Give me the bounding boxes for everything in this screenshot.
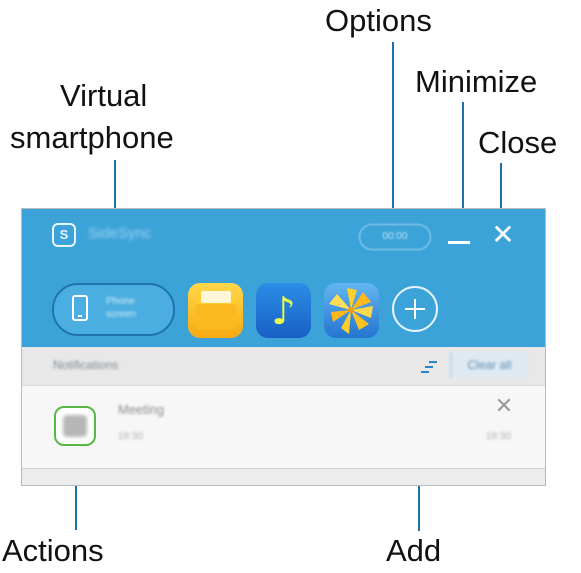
callout-virtual-smartphone-line1: Virtual <box>60 78 148 113</box>
callout-add: Add <box>386 533 442 568</box>
notification-action-icon[interactable] <box>54 406 96 446</box>
title-bar: S SideSync 00:00 ✕ Phone screen ♪ <box>22 209 545 347</box>
callout-close: Close <box>478 125 558 160</box>
folder-paper <box>201 291 231 303</box>
callout-minimize: Minimize <box>415 64 538 99</box>
notification-title: Meeting <box>118 402 165 417</box>
leader-line-options <box>392 42 394 226</box>
notification-timestamp: 18:30 <box>486 431 512 442</box>
smartphone-icon <box>72 295 88 321</box>
folder-front <box>195 304 237 329</box>
sidesync-window: S SideSync 00:00 ✕ Phone screen ♪ Notifi… <box>21 208 546 486</box>
app-notification-icon <box>63 415 87 437</box>
sort-icon[interactable] <box>421 361 437 373</box>
music-app-icon[interactable]: ♪ <box>256 283 311 338</box>
close-button[interactable]: ✕ <box>491 221 515 249</box>
callout-options: Options <box>325 3 432 38</box>
files-app-icon[interactable] <box>188 283 243 338</box>
window-footer <box>22 469 545 485</box>
notification-item[interactable]: Meeting 18:30 ✕ 18:30 <box>22 386 545 469</box>
music-note-icon: ♪ <box>271 289 296 333</box>
add-app-button[interactable] <box>392 286 438 332</box>
phone-button-label: Phone screen <box>106 296 137 320</box>
notifications-header: Notifications Clear all <box>22 347 545 386</box>
gallery-flower-icon <box>329 288 373 334</box>
app-title: SideSync <box>88 225 152 242</box>
minimize-button[interactable] <box>448 241 470 244</box>
dismiss-icon[interactable]: ✕ <box>492 394 516 418</box>
clear-all-button[interactable]: Clear all <box>450 352 527 378</box>
callout-actions: Actions <box>2 533 104 568</box>
callout-virtual-smartphone-line2: smartphone <box>10 120 174 155</box>
sidesync-icon: S <box>52 223 76 247</box>
notifications-title: Notifications <box>53 358 119 372</box>
notification-time: 18:30 <box>118 431 144 442</box>
options-button[interactable]: 00:00 <box>359 224 431 250</box>
gallery-app-icon[interactable] <box>324 283 379 338</box>
virtual-smartphone-button[interactable]: Phone screen <box>52 283 175 336</box>
